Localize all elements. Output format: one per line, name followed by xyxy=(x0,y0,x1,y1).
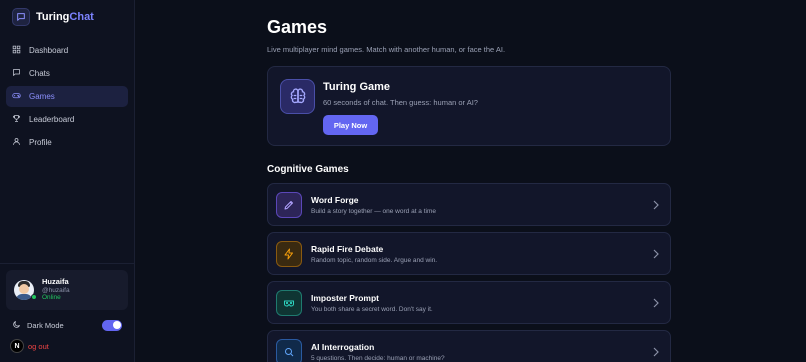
play-now-button[interactable]: Play Now xyxy=(323,115,378,135)
game-title: AI Interrogation xyxy=(311,341,375,352)
sidebar-item-label: Dashboard xyxy=(29,46,69,55)
brain-icon xyxy=(280,79,315,114)
logout-label: og out xyxy=(28,341,49,351)
user-status: Online xyxy=(42,294,61,302)
featured-game-card[interactable]: Turing Game 60 seconds of chat. Then gue… xyxy=(267,66,671,146)
dark-mode-row: Dark Mode xyxy=(6,314,128,336)
moon-icon xyxy=(12,320,21,331)
sidebar-item-label: Profile xyxy=(29,138,52,147)
game-item-rapid-fire-debate[interactable]: Rapid Fire Debate Random topic, random s… xyxy=(267,232,671,275)
sidebar-item-chats[interactable]: Chats xyxy=(6,63,128,84)
mask-icon xyxy=(276,289,302,316)
chat-icon xyxy=(12,68,21,79)
brand-name: TuringChat xyxy=(36,11,94,23)
grid-icon xyxy=(12,45,21,56)
sidebar-item-label: Chats xyxy=(29,69,50,78)
user-name: Huzaifa xyxy=(42,277,69,287)
game-description: 5 questions. Then decide: human or machi… xyxy=(311,354,445,362)
chat-logo-icon xyxy=(12,8,30,26)
page-subtitle: Live multiplayer mind games. Match with … xyxy=(267,45,506,54)
search-icon xyxy=(276,338,302,362)
sidebar-item-dashboard[interactable]: Dashboard xyxy=(6,40,128,61)
trophy-icon xyxy=(12,114,21,125)
game-item-imposter-prompt[interactable]: Imposter Prompt You both share a secret … xyxy=(267,281,671,324)
game-title: Rapid Fire Debate xyxy=(311,243,384,254)
game-list: Word Forge Build a story together — one … xyxy=(267,183,806,362)
game-description: Build a story together — one word at a t… xyxy=(311,207,437,215)
featured-game-title: Turing Game xyxy=(323,81,391,93)
game-title: Word Forge xyxy=(311,194,359,205)
gamepad-icon xyxy=(12,91,21,102)
dark-mode-label: Dark Mode xyxy=(27,320,64,330)
game-description: Random topic, random side. Argue and win… xyxy=(311,256,438,264)
section-title: Cognitive Games xyxy=(267,164,349,175)
logout-button[interactable]: N og out xyxy=(6,336,128,356)
page-title: Games xyxy=(267,17,328,37)
featured-game-description: 60 seconds of chat. Then guess: human or… xyxy=(323,98,478,107)
user-card[interactable]: Huzaifa @huzaifa Online xyxy=(6,270,128,310)
online-status-dot xyxy=(31,294,37,300)
game-description: You both share a secret word. Don't say … xyxy=(311,305,433,313)
lightning-icon xyxy=(276,240,302,267)
pencil-icon xyxy=(276,191,302,218)
chevron-right-icon xyxy=(653,200,659,210)
chevron-right-icon xyxy=(653,298,659,308)
sidebar-item-games[interactable]: Games xyxy=(6,86,128,107)
chevron-right-icon xyxy=(653,249,659,259)
sidebar-nav: Dashboard Chats Games Leaderboard Profil… xyxy=(0,40,134,153)
sidebar-footer: Huzaifa @huzaifa Online Dark Mode N og o… xyxy=(0,263,134,362)
sidebar-item-leaderboard[interactable]: Leaderboard xyxy=(6,109,128,130)
app-window: TuringChat Dashboard Chats Games Leaderb… xyxy=(0,0,806,362)
game-item-ai-interrogation[interactable]: AI Interrogation 5 questions. Then decid… xyxy=(267,330,671,362)
game-title: Imposter Prompt xyxy=(311,292,380,303)
game-item-word-forge[interactable]: Word Forge Build a story together — one … xyxy=(267,183,671,226)
brand[interactable]: TuringChat xyxy=(0,0,134,34)
chevron-right-icon xyxy=(653,347,659,357)
user-handle: @huzaifa xyxy=(42,286,70,294)
sidebar-item-label: Games xyxy=(29,92,55,101)
user-icon xyxy=(12,137,21,148)
main-content: Games Live multiplayer mind games. Match… xyxy=(135,0,806,362)
sidebar: TuringChat Dashboard Chats Games Leaderb… xyxy=(0,0,135,362)
sidebar-item-label: Leaderboard xyxy=(29,115,75,124)
dark-mode-toggle[interactable] xyxy=(102,319,122,331)
sidebar-item-profile[interactable]: Profile xyxy=(6,132,128,153)
n-badge-icon: N xyxy=(10,339,24,353)
